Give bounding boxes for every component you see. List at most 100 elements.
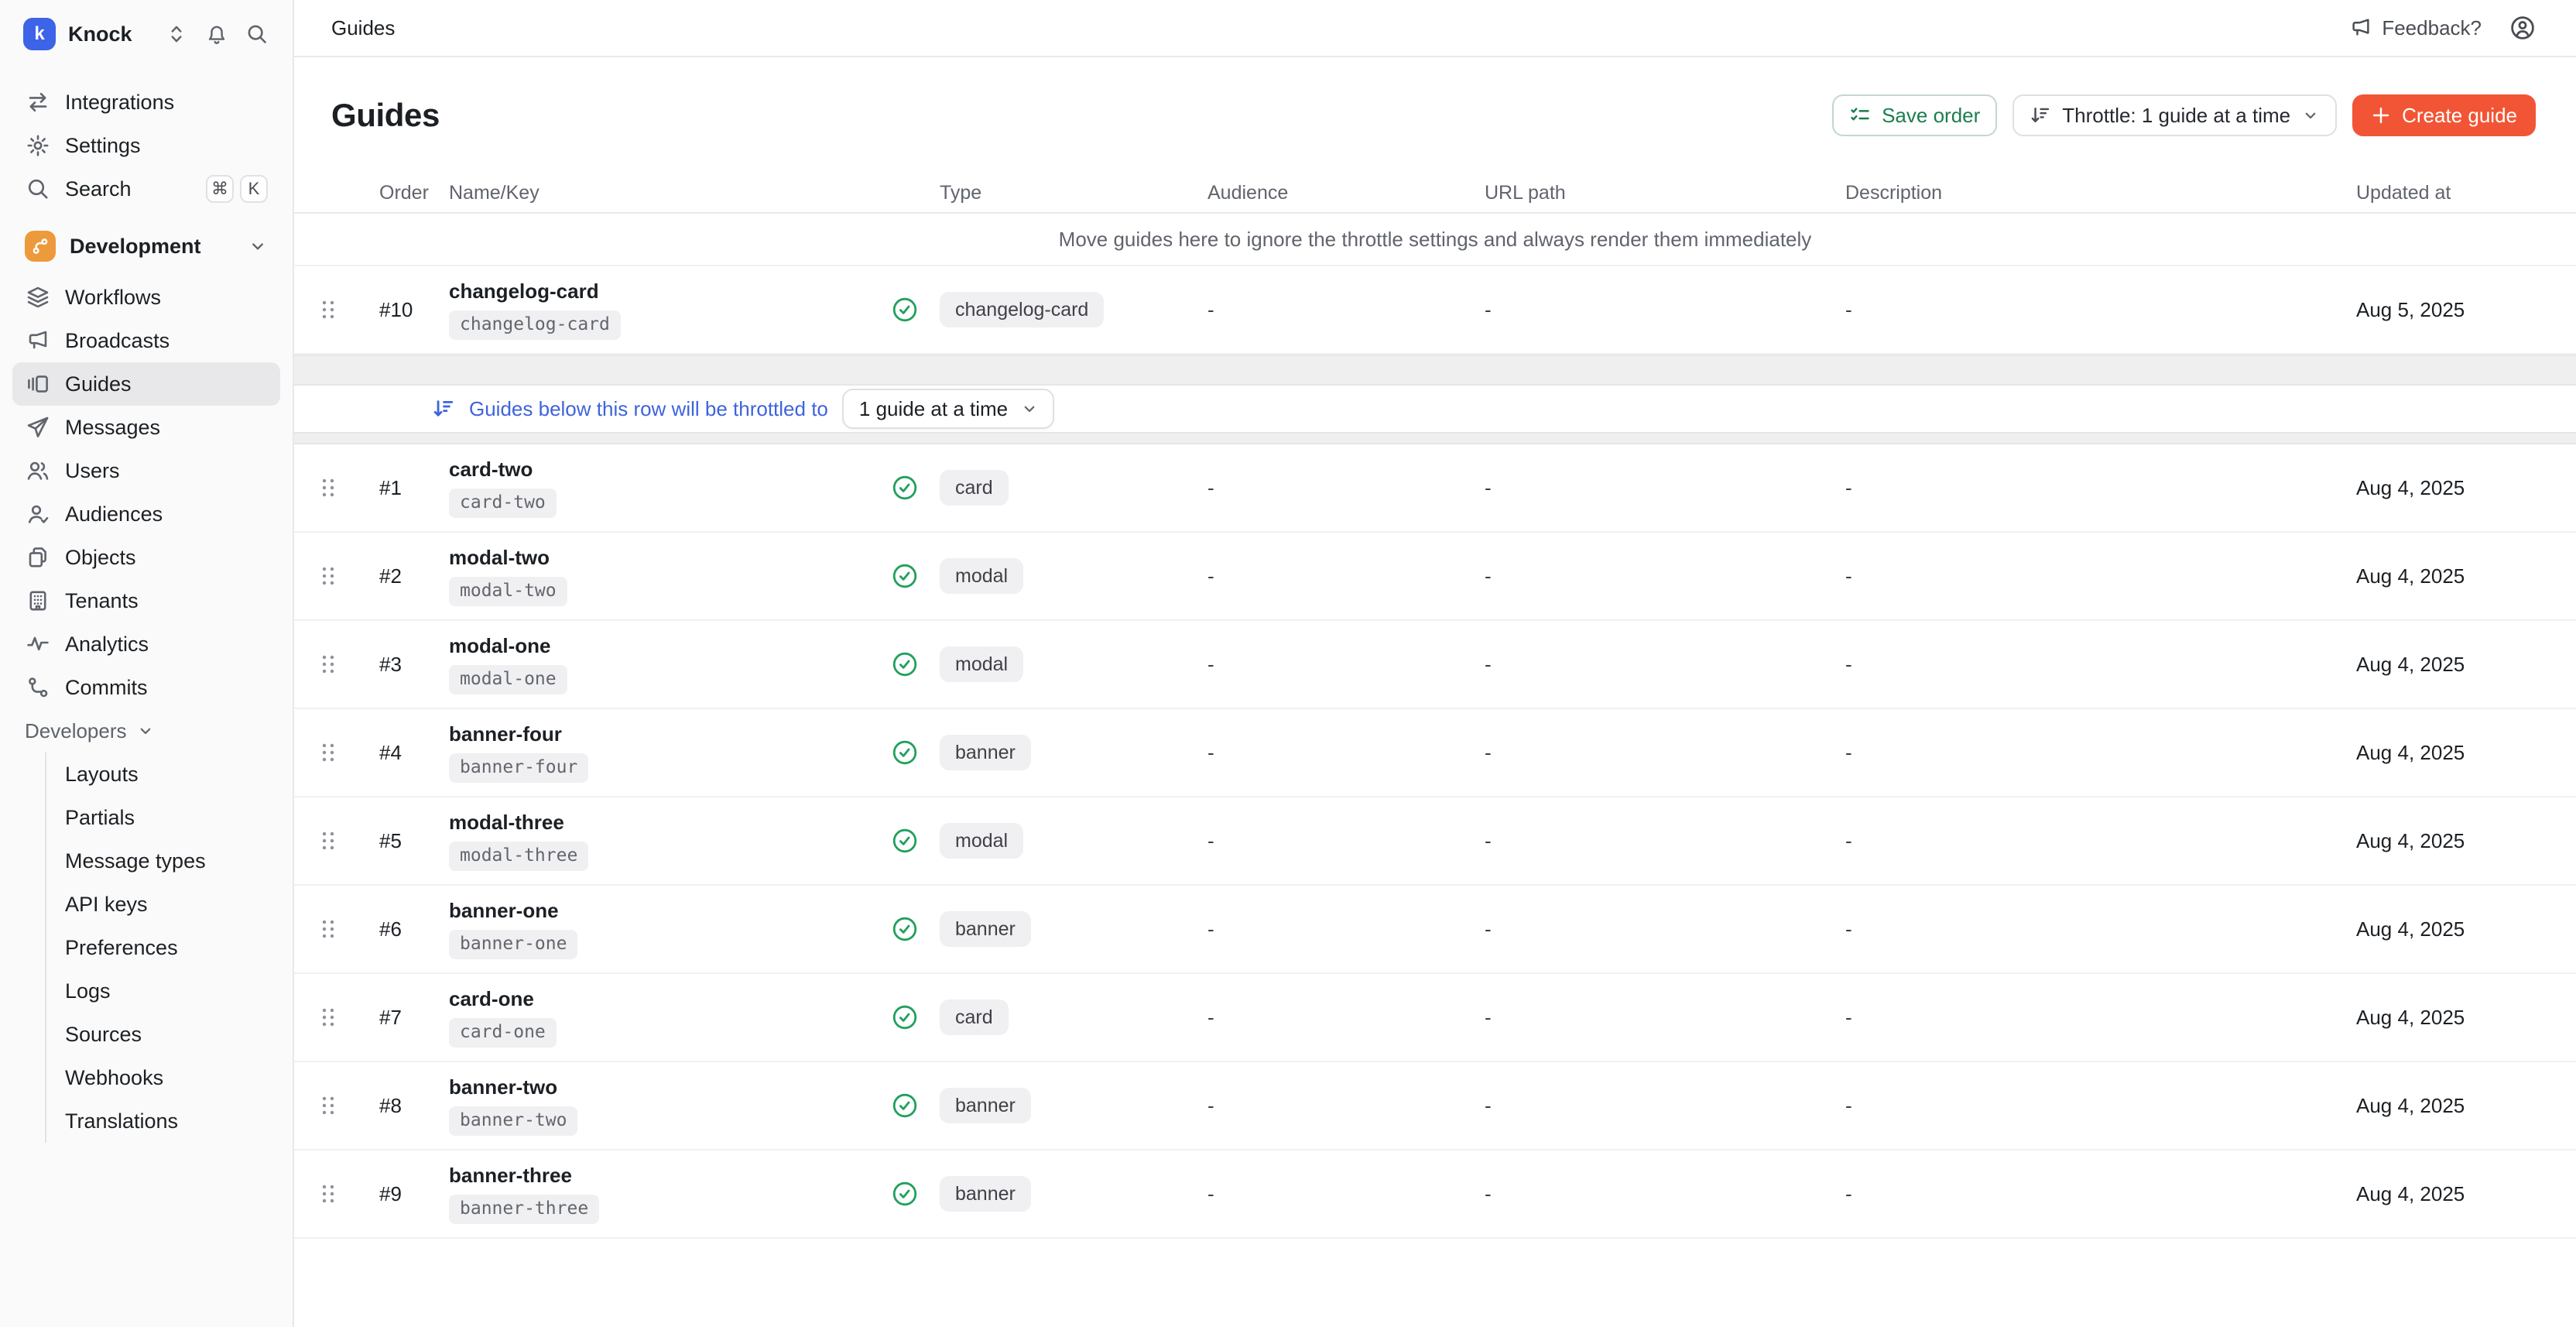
guide-audience: -: [1208, 917, 1485, 941]
guide-key-badge: modal-one: [449, 665, 567, 694]
guide-name-key: card-onecard-one: [449, 987, 892, 1047]
sidebar-item-workflows[interactable]: Workflows: [12, 276, 280, 319]
guide-order: #3: [362, 653, 449, 677]
feedback-button[interactable]: Feedback?: [2349, 16, 2482, 40]
workspace-switcher-icon[interactable]: [163, 20, 190, 48]
guide-order: #4: [362, 741, 449, 765]
environment-switcher[interactable]: Development: [12, 225, 280, 268]
grip-cell: [294, 293, 362, 326]
guide-name: changelog-card: [449, 279, 892, 303]
drag-handle-icon[interactable]: [315, 1001, 341, 1034]
sidebar-item-tenants[interactable]: Tenants: [12, 579, 280, 622]
drag-handle-icon[interactable]: [315, 560, 341, 592]
developers-section-toggle[interactable]: Developers: [12, 709, 280, 753]
guide-row[interactable]: #5modal-threemodal-threemodal---Aug 4, 2…: [294, 797, 2576, 886]
guide-order: #7: [362, 1006, 449, 1030]
sidebar-item-logs[interactable]: Logs: [46, 969, 293, 1013]
guide-audience: -: [1208, 653, 1485, 677]
grip-cell: [294, 471, 362, 504]
sidebar-item-integrations[interactable]: Integrations: [12, 81, 280, 124]
column-header-order: Order: [362, 182, 449, 204]
guide-type-badge: banner: [940, 735, 1031, 770]
sidebar-search-icon[interactable]: [243, 20, 271, 48]
drag-handle-icon[interactable]: [315, 293, 341, 326]
environment-branch-icon: [25, 231, 56, 262]
status-check-icon: [892, 828, 918, 854]
sidebar-item-objects[interactable]: Objects: [12, 536, 280, 579]
guide-name-key: modal-twomodal-two: [449, 546, 892, 605]
drag-handle-icon[interactable]: [315, 736, 341, 769]
sidebar-item-analytics[interactable]: Analytics: [12, 622, 280, 666]
sidebar-item-preferences[interactable]: Preferences: [46, 926, 293, 969]
drag-handle-icon[interactable]: [315, 1178, 341, 1210]
guide-type-cell: banner: [892, 911, 1208, 947]
save-order-button[interactable]: Save order: [1832, 94, 1997, 136]
sidebar: k Knock IntegrationsSettingsSearch⌘K Dev…: [0, 0, 294, 1327]
sidebar-item-guides[interactable]: Guides: [12, 362, 280, 406]
guide-row[interactable]: #9banner-threebanner-threebanner---Aug 4…: [294, 1150, 2576, 1239]
sidebar-nav: WorkflowsBroadcastsGuidesMessagesUsersAu…: [0, 276, 293, 709]
tenants-icon: [25, 588, 51, 614]
guide-name: banner-one: [449, 899, 892, 923]
guide-type-badge: modal: [940, 823, 1023, 859]
sidebar-item-audiences[interactable]: Audiences: [12, 492, 280, 536]
sidebar-item-message-types[interactable]: Message types: [46, 839, 293, 883]
guide-updated-at: Aug 5, 2025: [2356, 298, 2576, 322]
guide-name: modal-three: [449, 811, 892, 835]
shortcut-key: K: [240, 175, 268, 203]
guide-row[interactable]: #6banner-onebanner-onebanner---Aug 4, 20…: [294, 886, 2576, 974]
drag-handle-icon[interactable]: [315, 648, 341, 681]
guide-url-path: -: [1485, 1006, 1845, 1030]
sidebar-item-sources[interactable]: Sources: [46, 1013, 293, 1056]
sidebar-item-webhooks[interactable]: Webhooks: [46, 1056, 293, 1099]
drag-handle-icon[interactable]: [315, 913, 341, 945]
guide-row[interactable]: #10changelog-cardchangelog-cardchangelog…: [294, 266, 2576, 355]
guide-audience: -: [1208, 829, 1485, 853]
create-guide-button[interactable]: Create guide: [2352, 94, 2536, 136]
guide-description: -: [1845, 1006, 2356, 1030]
sidebar-item-api-keys[interactable]: API keys: [46, 883, 293, 926]
chevron-down-icon: [1020, 399, 1039, 418]
column-header-type: Type: [892, 182, 1208, 204]
throttle-count-select[interactable]: 1 guide at a time: [842, 389, 1054, 429]
drag-handle-icon[interactable]: [315, 1089, 341, 1122]
guide-type-badge: modal: [940, 646, 1023, 682]
guide-order: #9: [362, 1182, 449, 1206]
guide-name: banner-two: [449, 1075, 892, 1099]
main-content: Guides Feedback? Guides Save order: [294, 0, 2576, 1327]
workspace-header: k Knock: [0, 0, 293, 68]
guide-url-path: -: [1485, 917, 1845, 941]
column-header-updated-at: Updated at: [2356, 182, 2576, 204]
guide-row[interactable]: #1card-twocard-twocard---Aug 4, 2025: [294, 444, 2576, 533]
sidebar-item-layouts[interactable]: Layouts: [46, 753, 293, 796]
account-menu-icon[interactable]: [2509, 15, 2536, 41]
guide-key-badge: card-two: [449, 489, 557, 518]
column-header-audience: Audience: [1208, 182, 1485, 204]
guide-row[interactable]: #7card-onecard-onecard---Aug 4, 2025: [294, 974, 2576, 1062]
guide-row[interactable]: #2modal-twomodal-twomodal---Aug 4, 2025: [294, 533, 2576, 621]
sidebar-item-messages[interactable]: Messages: [12, 406, 280, 449]
sidebar-item-settings[interactable]: Settings: [12, 124, 280, 167]
shortcut-key: ⌘: [206, 175, 234, 203]
sidebar-top-items: IntegrationsSettingsSearch⌘K: [0, 81, 293, 211]
workspace-logo: k: [23, 18, 56, 50]
guide-audience: -: [1208, 564, 1485, 588]
sidebar-item-broadcasts[interactable]: Broadcasts: [12, 319, 280, 362]
guide-order: #6: [362, 917, 449, 941]
status-check-icon: [892, 1181, 918, 1207]
guide-row[interactable]: #3modal-onemodal-onemodal---Aug 4, 2025: [294, 621, 2576, 709]
guide-name: modal-two: [449, 546, 892, 570]
sidebar-item-search[interactable]: Search⌘K: [12, 167, 280, 211]
notifications-bell-icon[interactable]: [203, 20, 231, 48]
throttle-setting-button[interactable]: Throttle: 1 guide at a time: [2012, 94, 2337, 136]
guide-row[interactable]: #4banner-fourbanner-fourbanner---Aug 4, …: [294, 709, 2576, 797]
guide-row[interactable]: #8banner-twobanner-twobanner---Aug 4, 20…: [294, 1062, 2576, 1150]
sidebar-item-users[interactable]: Users: [12, 449, 280, 492]
sidebar-item-partials[interactable]: Partials: [46, 796, 293, 839]
guide-audience: -: [1208, 741, 1485, 765]
drag-handle-icon[interactable]: [315, 825, 341, 857]
sidebar-item-commits[interactable]: Commits: [12, 666, 280, 709]
drag-handle-icon[interactable]: [315, 471, 341, 504]
guide-updated-at: Aug 4, 2025: [2356, 917, 2576, 941]
sidebar-item-translations[interactable]: Translations: [46, 1099, 293, 1143]
